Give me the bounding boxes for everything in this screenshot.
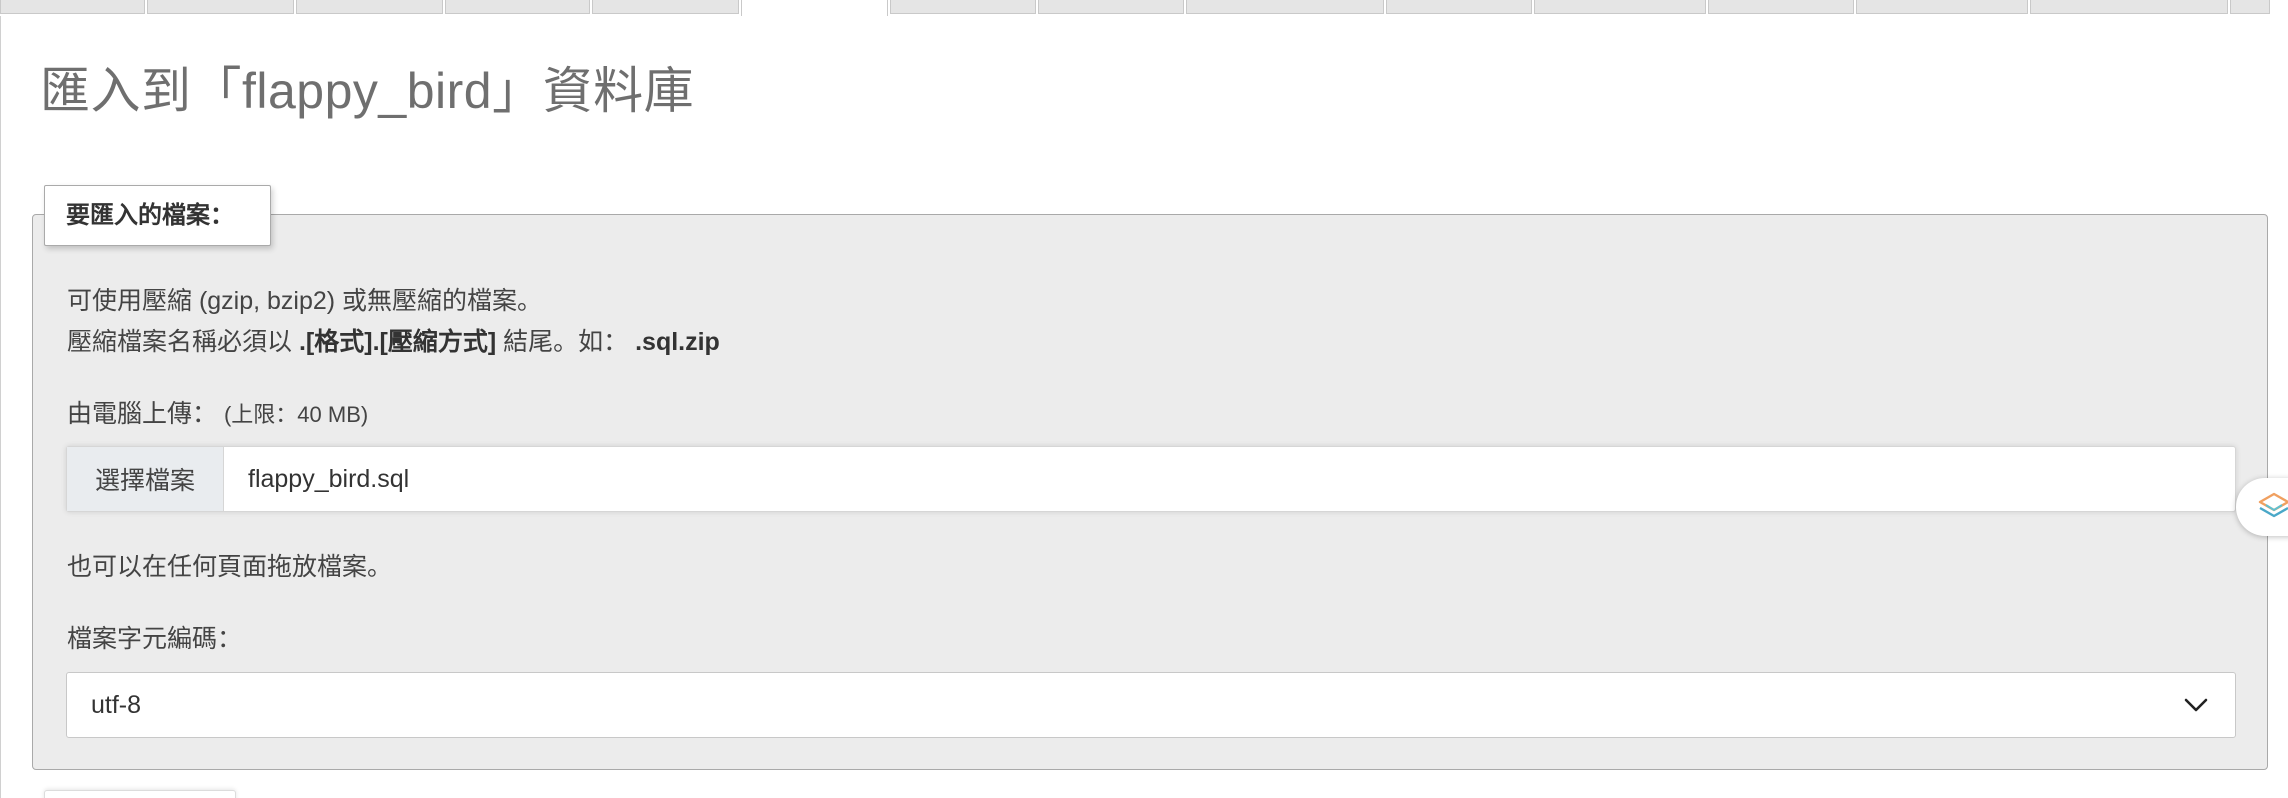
tab[interactable] bbox=[2030, 0, 2228, 14]
tab[interactable] bbox=[1186, 0, 1384, 14]
upload-label-row: 由電腦上傳： (上限：40 MB) bbox=[67, 394, 368, 430]
tab[interactable] bbox=[1856, 0, 2028, 14]
tab[interactable] bbox=[1038, 0, 1184, 14]
choose-file-button[interactable]: 選擇檔案 bbox=[67, 447, 224, 511]
chevron-down-icon bbox=[2183, 697, 2209, 713]
tab[interactable] bbox=[592, 0, 739, 14]
tab[interactable] bbox=[147, 0, 294, 14]
tab[interactable] bbox=[0, 0, 145, 14]
drag-drop-hint: 也可以在任何頁面拖放檔案。 bbox=[67, 553, 393, 581]
selected-file-name: flappy_bird.sql bbox=[248, 464, 410, 493]
tab[interactable] bbox=[1534, 0, 1706, 14]
submit-button-partial[interactable] bbox=[44, 790, 236, 798]
filename-rule-suffix: 結尾。如： bbox=[503, 328, 629, 356]
tab[interactable] bbox=[1708, 0, 1854, 14]
charset-select[interactable]: utf-8 bbox=[66, 672, 2236, 738]
charset-label: 檔案字元編碼： bbox=[67, 625, 243, 653]
content-frame-border bbox=[0, 16, 1, 798]
tab-import-active[interactable] bbox=[741, 0, 888, 16]
upload-label: 由電腦上傳： bbox=[67, 400, 218, 428]
filename-rule-format: .[格式].[壓縮方式] bbox=[298, 328, 497, 356]
charset-select-value: utf-8 bbox=[91, 690, 142, 719]
filename-rule-prefix: 壓縮檔案名稱必須以 bbox=[67, 328, 293, 356]
fieldset-legend: 要匯入的檔案： bbox=[44, 185, 271, 246]
upload-limit: (上限：40 MB) bbox=[223, 402, 369, 427]
filename-rule-example: .sql.zip bbox=[635, 328, 720, 356]
tab[interactable] bbox=[445, 0, 590, 14]
tab[interactable] bbox=[890, 0, 1036, 14]
filename-rule: 壓縮檔案名稱必須以 .[格式].[壓縮方式] 結尾。如： .sql.zip bbox=[67, 322, 720, 358]
compression-note: 可使用壓縮 (gzip, bzip2) 或無壓縮的檔案。 bbox=[67, 287, 543, 315]
side-widget-button[interactable] bbox=[2236, 478, 2288, 536]
file-input[interactable]: 選擇檔案 flappy_bird.sql bbox=[66, 446, 2236, 512]
tab[interactable] bbox=[1386, 0, 1532, 14]
import-page: 匯入到「flappy_bird」資料庫 要匯入的檔案： 可使用壓縮 (gzip,… bbox=[0, 0, 2288, 798]
top-tab-strip bbox=[0, 0, 2288, 16]
tab[interactable] bbox=[296, 0, 443, 14]
page-title: 匯入到「flappy_bird」資料庫 bbox=[40, 63, 695, 119]
tab[interactable] bbox=[2230, 0, 2270, 14]
